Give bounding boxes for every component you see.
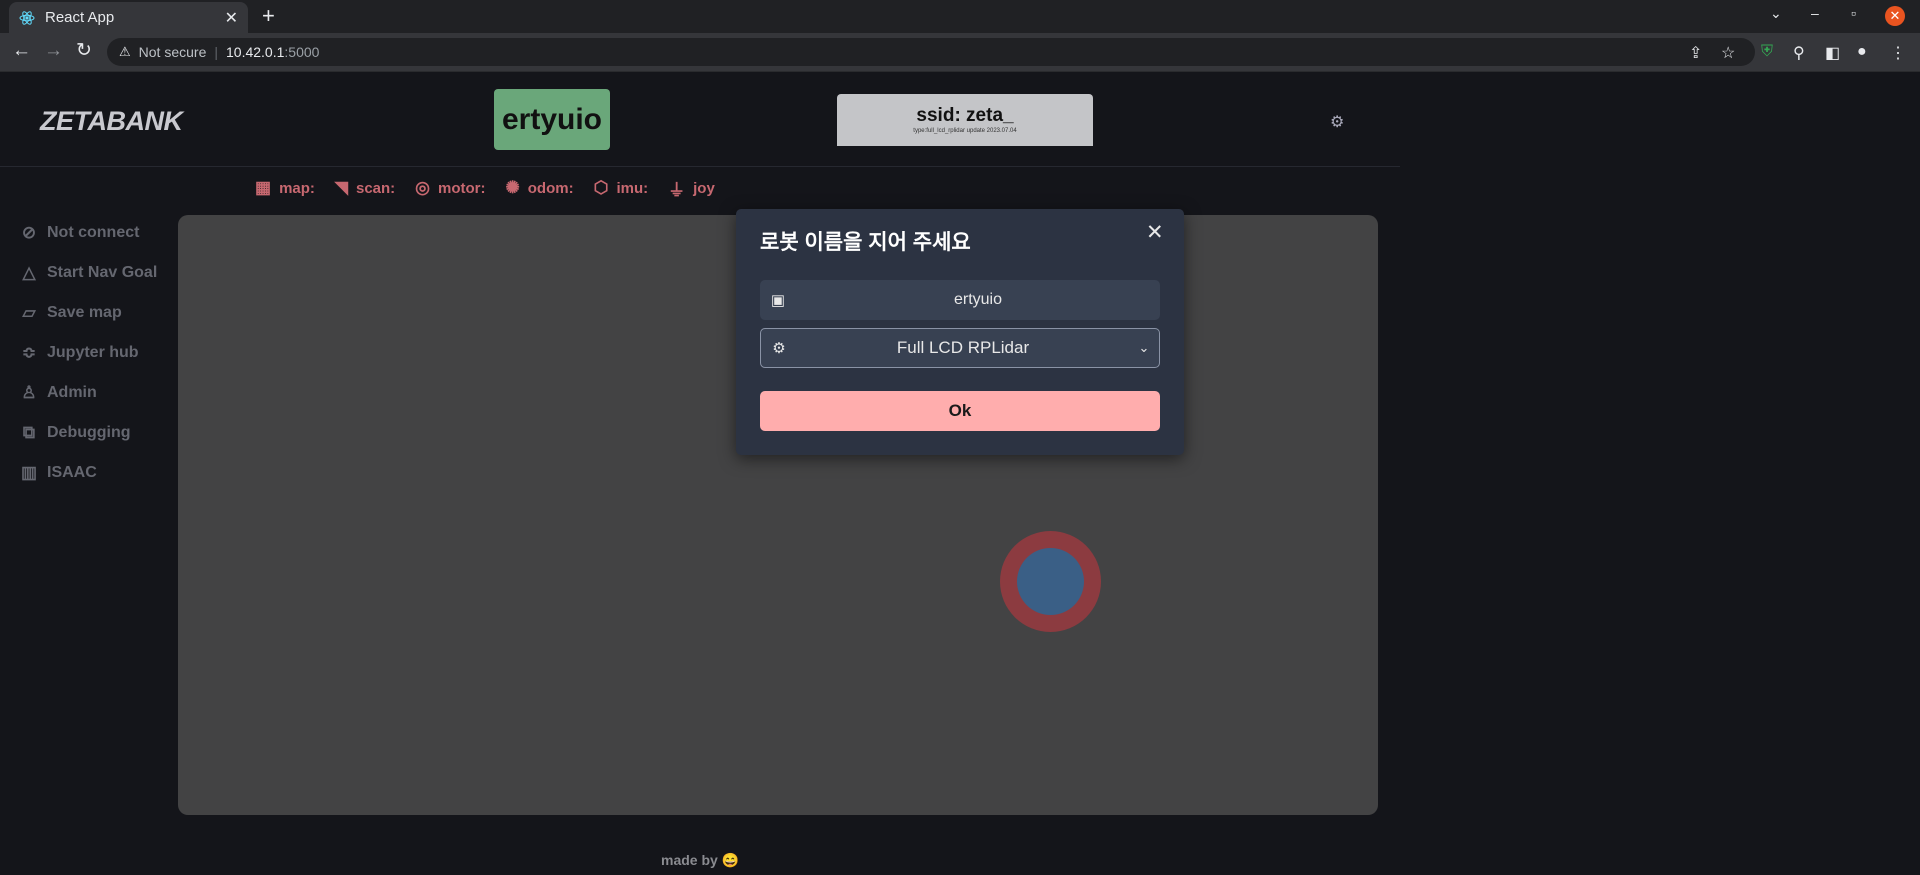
address-port: :5000 (284, 44, 320, 60)
robot-name-value[interactable]: ertyuio (796, 291, 1160, 309)
sidebar-item-save-map[interactable]: ▱ Save map (19, 293, 157, 333)
status-label: joy (693, 179, 715, 197)
wifi-icon: ◥ (334, 178, 348, 197)
tab-search-icon[interactable]: ⌄ (1770, 5, 1782, 22)
sidebar-item-isaac[interactable]: ▥ ISAAC (19, 453, 157, 493)
gear-icon: ⚙ (772, 340, 786, 357)
sidebar-item-label: Admin (47, 384, 97, 401)
sidebar-item-label: ISAAC (47, 464, 97, 481)
ssid-card: ssid: zeta_ type:full_lcd_rplidar update… (837, 94, 1093, 146)
share-icon[interactable]: ⇪ (1689, 43, 1702, 63)
grid-icon: ▦ (255, 178, 272, 197)
status-bar: ▦ map: ◥ scan: ◎ motor: ✺ odom: ⬡ imu: ⏚… (255, 176, 735, 200)
extensions-icon[interactable]: ⚲ (1793, 43, 1805, 63)
sidebar-item-jupyter-hub[interactable]: ≎ Jupyter hub (19, 333, 157, 373)
sidebar-item-admin[interactable]: ♙ Admin (19, 373, 157, 413)
jupyter-icon: ≎ (21, 343, 37, 362)
browser-tab[interactable]: React App ✕ (9, 2, 248, 33)
motor-icon: ◎ (415, 178, 431, 197)
ssid-subtext: type:full_lcd_rplidar update 2023.07.04 (913, 128, 1017, 134)
window-close-icon[interactable]: ✕ (1885, 6, 1905, 26)
status-odom: ✺ odom: (506, 178, 574, 198)
chevron-down-icon[interactable]: ⌄ (1129, 340, 1159, 356)
new-tab-button[interactable]: + (262, 4, 275, 28)
tab-title: React App (45, 9, 115, 26)
browser-tab-bar: React App ✕ + ⌄ – ▫ ✕ (0, 0, 1920, 33)
compass-icon: ⊘ (21, 223, 37, 242)
sidebar: ⊘ Not connect △ Start Nav Goal ▱ Save ma… (19, 213, 157, 493)
status-label: odom: (527, 179, 574, 197)
address-host: 10.42.0.1 (226, 44, 285, 60)
dialog-title: 로봇 이름을 지어 주세요 (760, 231, 971, 254)
minimize-icon[interactable]: – (1811, 5, 1819, 21)
sidebar-item-debugging[interactable]: ⧉ Debugging (19, 413, 157, 453)
joystick-knob[interactable] (1017, 548, 1084, 615)
forward-icon[interactable]: → (44, 41, 63, 61)
status-motor: ◎ motor: (415, 178, 485, 198)
ssid-label: ssid: zeta_ (916, 105, 1014, 126)
app-header: ZETABANK ertyuio ssid: zeta_ type:full_l… (0, 72, 1400, 167)
joystick-icon: ⏚ (668, 180, 686, 200)
status-label: motor: (438, 179, 486, 197)
app-page: ZETABANK ertyuio ssid: zeta_ type:full_l… (0, 72, 1920, 875)
status-scan: ◥ scan: (335, 178, 395, 198)
robot-name-badge[interactable]: ertyuio (494, 89, 610, 150)
navigation-icon: △ (22, 263, 36, 282)
robot-name-input[interactable]: ▣ ertyuio (760, 280, 1160, 320)
robot-icon: ▣ (770, 292, 786, 309)
settings-icon[interactable]: ⚙ (1330, 112, 1344, 132)
menu-icon[interactable]: ⋮ (1890, 43, 1906, 63)
address-divider: | (214, 44, 218, 60)
back-icon[interactable]: ← (12, 41, 31, 61)
bookmark-star-icon[interactable]: ☆ (1721, 43, 1735, 63)
sidebar-item-not-connect[interactable]: ⊘ Not connect (19, 213, 157, 253)
shield-extension-icon[interactable]: ⛨ (1761, 43, 1773, 61)
robot-type-select[interactable]: ⚙ Full LCD RPLidar ⌄ (760, 328, 1160, 368)
sidebar-item-label: Save map (47, 304, 122, 321)
footer-credit: made by 😄 (661, 852, 740, 868)
status-label: imu: (616, 179, 649, 197)
map-icon: ▱ (22, 303, 36, 322)
react-icon (19, 10, 35, 25)
sidebar-item-label: Start Nav Goal (47, 264, 158, 281)
joystick-base[interactable] (1000, 531, 1101, 632)
robot-type-value[interactable]: Full LCD RPLidar (797, 338, 1129, 358)
user-icon: ♙ (21, 383, 37, 402)
status-imu: ⬡ imu: (594, 178, 649, 198)
logo: ZETABANK (40, 106, 183, 136)
sidebar-item-start-nav-goal[interactable]: △ Start Nav Goal (19, 253, 157, 293)
restore-icon[interactable]: ▫ (1851, 5, 1856, 21)
cube-icon: ⬡ (593, 178, 609, 197)
gear-icon: ✺ (505, 178, 520, 197)
side-panel-icon[interactable]: ◧ (1825, 43, 1840, 63)
sidebar-item-label: Jupyter hub (47, 344, 139, 361)
status-joy: ⏚ joy (668, 176, 715, 201)
tab-close-icon[interactable]: ✕ (225, 8, 238, 28)
status-map: ▦ map: (255, 178, 315, 198)
dialog-close-icon[interactable]: ✕ (1146, 222, 1164, 244)
status-label: scan: (355, 179, 396, 197)
chart-icon: ▥ (20, 463, 38, 482)
status-label: map: (279, 179, 315, 197)
ok-button[interactable]: Ok (760, 391, 1160, 431)
address-bar[interactable]: ⚠ Not secure | 10.42.0.1 :5000 (107, 38, 1755, 66)
sidebar-item-label: Debugging (47, 424, 131, 441)
robot-name-dialog: 로봇 이름을 지어 주세요 ✕ ▣ ertyuio ⚙ Full LCD RPL… (736, 209, 1184, 455)
debug-icon: ⧉ (22, 423, 36, 442)
not-secure-label: Not secure (138, 44, 207, 60)
profile-icon[interactable]: ● (1857, 43, 1867, 61)
warning-icon: ⚠ (119, 44, 131, 59)
sidebar-item-label: Not connect (47, 224, 140, 241)
reload-icon[interactable]: ↻ (76, 41, 92, 61)
